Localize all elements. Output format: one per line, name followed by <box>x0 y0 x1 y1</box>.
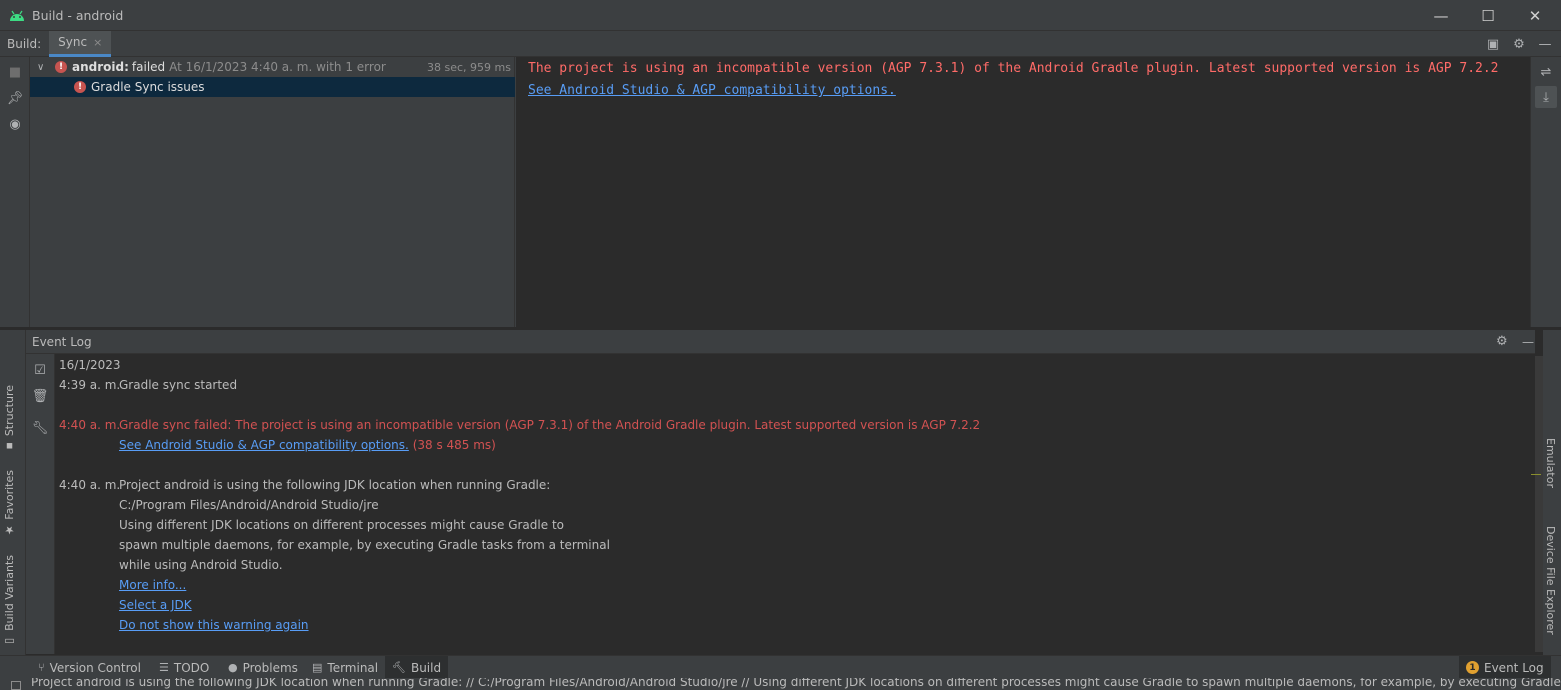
log-message-line: while using Android Studio. <box>119 558 283 572</box>
tab-sync-label: Sync <box>58 35 88 49</box>
build-variants-tab-label: Build Variants <box>3 555 16 631</box>
select-jdk-link[interactable]: Select a JDK <box>119 598 192 612</box>
log-date: 16/1/2023 <box>59 358 121 372</box>
status-text[interactable]: Project android is using the following J… <box>31 678 1561 689</box>
tree-root-row[interactable]: ∨ ! android: failed At 16/1/2023 4:40 a.… <box>30 57 515 77</box>
log-message-line: C:/Program Files/Android/Android Studio/… <box>119 498 379 512</box>
log-compat-link[interactable]: See Android Studio & AGP compatibility o… <box>119 438 409 452</box>
branch-icon: ⑂ <box>38 661 45 674</box>
log-link-line: See Android Studio & AGP compatibility o… <box>119 438 496 452</box>
build-label: Build <box>410 660 442 675</box>
hide-icon[interactable]: — <box>1534 33 1556 55</box>
do-not-show-link[interactable]: Do not show this warning again <box>119 618 309 632</box>
build-tree: ∨ ! android: failed At 16/1/2023 4:40 a.… <box>30 57 515 327</box>
build-console: The project is using an incompatible ver… <box>516 57 1530 327</box>
right-tool-strip: Emulator Device File Explorer <box>1531 330 1561 655</box>
structure-icon: ▪ <box>3 440 16 454</box>
event-log-badge: 1 <box>1466 661 1479 674</box>
android-logo-icon <box>8 8 26 22</box>
build-variants-icon: ▭ <box>3 634 16 648</box>
more-info-link[interactable]: More info... <box>119 578 186 592</box>
tree-child-label: Gradle Sync issues <box>91 80 205 94</box>
stop-icon[interactable]: ■ <box>4 61 26 83</box>
chevron-down-icon[interactable]: ∨ <box>37 62 51 73</box>
log-message-line: spawn multiple daemons, for example, by … <box>119 538 610 552</box>
build-panel: ■ 📌︎ ◉ ∨ ! android: failed At 16/1/2023 … <box>0 57 1561 327</box>
build-label: Build: <box>7 36 42 51</box>
structure-tab-label: Structure <box>3 385 16 437</box>
minimize-button[interactable]: — <box>1418 0 1464 31</box>
event-log-scrollbar[interactable] <box>1535 356 1543 652</box>
tree-root-name: android: <box>72 60 129 74</box>
todo-label: TODO <box>173 660 210 675</box>
emulator-tab[interactable]: Emulator <box>1544 438 1557 488</box>
problems-label: Problems <box>242 660 298 675</box>
problems-tab[interactable]: ● Problems <box>221 656 305 679</box>
terminal-icon: ▤ <box>312 661 323 674</box>
log-time: 4:40 a. m. <box>59 478 121 492</box>
todo-tab[interactable]: ☰ TODO <box>152 656 216 679</box>
star-icon: ★ <box>3 523 16 537</box>
soft-wrap-icon[interactable]: ⇌ <box>1535 61 1557 83</box>
log-error-message: Gradle sync failed: The project is using… <box>119 418 981 432</box>
hide-icon[interactable]: — <box>1522 335 1534 349</box>
gear-icon[interactable]: ⚙ <box>1496 334 1508 349</box>
log-message-line: Using different JDK locations on differe… <box>119 518 564 532</box>
log-duration: (38 s 485 ms) <box>412 438 496 452</box>
close-window-button[interactable]: ✕ <box>1512 0 1558 31</box>
pin-icon[interactable]: 📌︎ <box>4 87 26 109</box>
favorites-tab[interactable]: ★ Favorites <box>3 470 16 537</box>
status-bar: Project android is using the following J… <box>0 678 1561 690</box>
list-icon: ☰ <box>159 661 169 674</box>
log-message-line: Project android is using the following J… <box>119 478 551 492</box>
tree-root-duration: 38 sec, 959 ms <box>427 60 511 74</box>
tree-child-row[interactable]: ! Gradle Sync issues <box>30 77 515 97</box>
structure-tab[interactable]: ▪ Structure <box>3 385 16 453</box>
event-log-title: Event Log <box>32 334 92 349</box>
event-log-toolbar: ☑ 🗑︎ 🔧︎ <box>26 354 55 654</box>
tree-root-status: failed <box>131 60 166 74</box>
mark-all-read-icon[interactable]: ☑ <box>29 359 51 381</box>
gear-icon[interactable]: ⚙ <box>1508 33 1530 55</box>
tree-root-detail: At 16/1/2023 4:40 a. m. with 1 error <box>169 60 386 74</box>
build-variants-tab[interactable]: ▭ Build Variants <box>3 555 16 648</box>
error-icon: ! <box>55 61 67 73</box>
build-toolbar: ■ 📌︎ ◉ <box>0 57 30 327</box>
console-error-text: The project is using an incompatible ver… <box>528 61 1499 76</box>
info-icon: ● <box>228 661 238 674</box>
terminal-tab[interactable]: ▤ Terminal <box>305 656 385 679</box>
tab-close-icon[interactable]: × <box>93 36 102 49</box>
error-icon: ! <box>74 81 86 93</box>
window-title: Build - android <box>32 7 124 23</box>
build-tab-bar: Build: Sync × <box>0 30 1561 57</box>
event-log-tab[interactable]: 1 Event Log <box>1459 656 1551 679</box>
tab-sync[interactable]: Sync × <box>49 30 112 57</box>
title-bar: Build - android — ☐ ✕ <box>0 0 1561 31</box>
build-tab[interactable]: 🔨︎ Build <box>385 656 449 679</box>
event-log-header: Event Log ⚙ — <box>26 330 1535 354</box>
wrench-icon[interactable]: 🔧︎ <box>29 417 51 439</box>
left-tool-strip: ▪ Structure ★ Favorites ▭ Build Variants <box>0 330 26 655</box>
scroll-to-end-icon[interactable]: ⤓ <box>1535 86 1557 108</box>
bottom-tool-bar: ⑂ Version Control ☰ TODO ● Problems ▤ Te… <box>0 655 1561 679</box>
terminal-label: Terminal <box>327 660 379 675</box>
marker <box>1531 474 1541 475</box>
log-time: 4:40 a. m. <box>59 418 121 432</box>
maximize-button[interactable]: ☐ <box>1465 0 1511 31</box>
version-control-tab[interactable]: ⑂ Version Control <box>31 656 148 679</box>
device-file-explorer-tab[interactable]: Device File Explorer <box>1544 526 1557 635</box>
console-compat-link[interactable]: See Android Studio & AGP compatibility o… <box>528 83 896 98</box>
log-message: Gradle sync started <box>119 378 238 392</box>
eye-icon[interactable]: ◉ <box>4 113 26 135</box>
version-control-label: Version Control <box>49 660 141 675</box>
toggle-tool-windows-icon[interactable] <box>11 681 21 690</box>
event-log-label: Event Log <box>1484 660 1544 675</box>
hammer-icon: 🔨︎ <box>392 661 406 674</box>
layout-icon[interactable]: ▣ <box>1482 33 1504 55</box>
log-time: 4:39 a. m. <box>59 378 121 392</box>
favorites-tab-label: Favorites <box>3 470 16 520</box>
console-toolbar: ⇌ ⤓ <box>1530 57 1561 327</box>
trash-icon[interactable]: 🗑︎ <box>29 385 51 407</box>
